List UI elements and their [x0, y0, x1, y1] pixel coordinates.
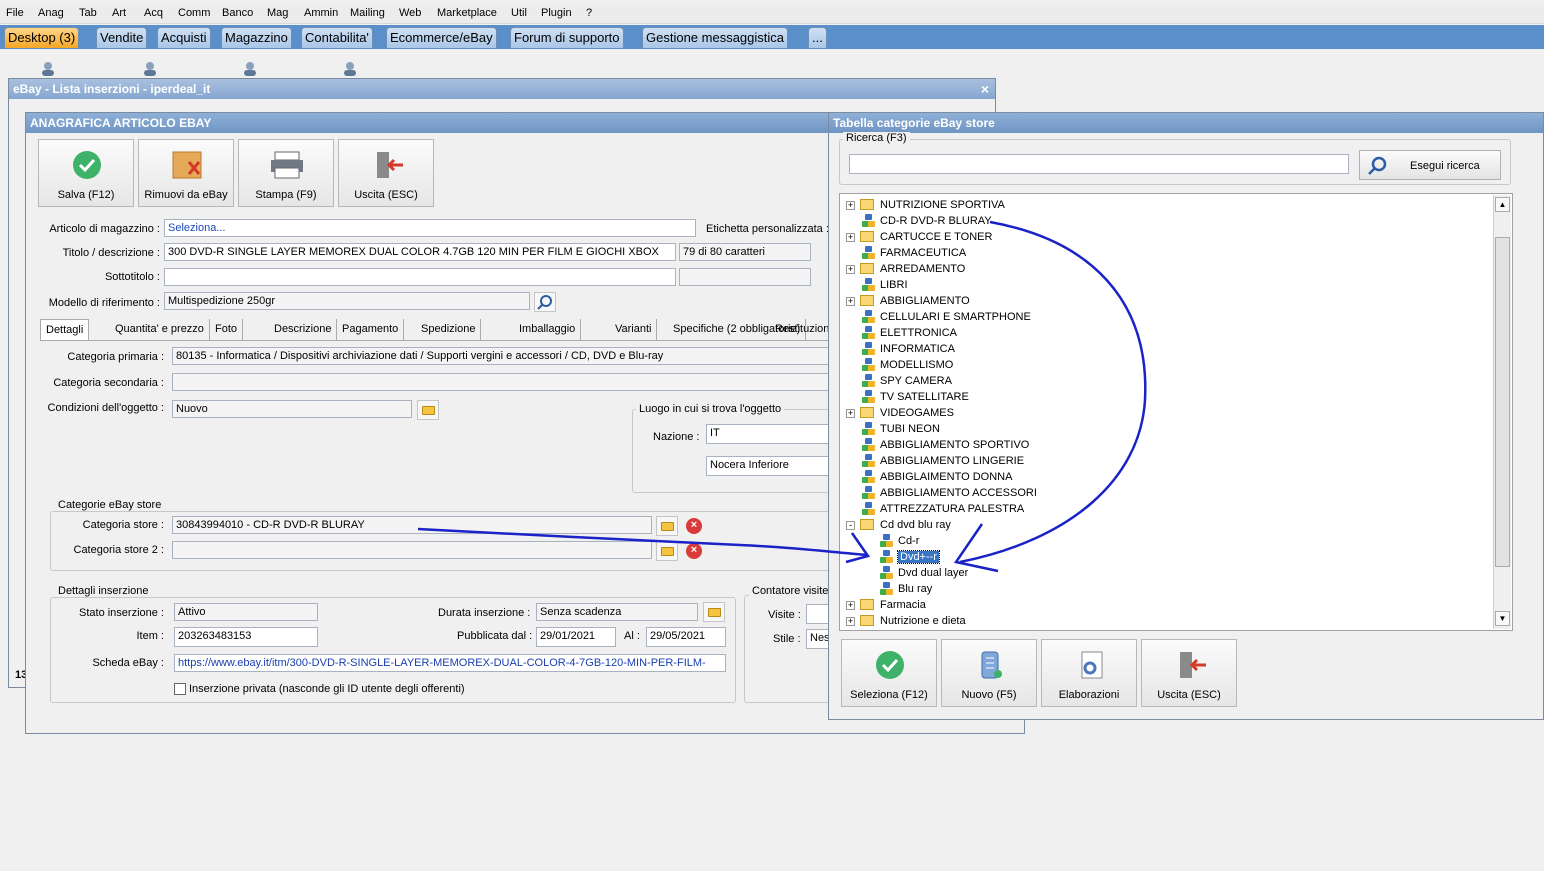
- annotation-arrows: [417, 220, 1147, 573]
- annotation-arrow-curve: [959, 220, 1147, 564]
- annotation-arrow-store: [417, 527, 869, 557]
- annotation-arrow-store-head: [845, 532, 871, 564]
- annotation-arrow-curve-head: [953, 523, 999, 573]
